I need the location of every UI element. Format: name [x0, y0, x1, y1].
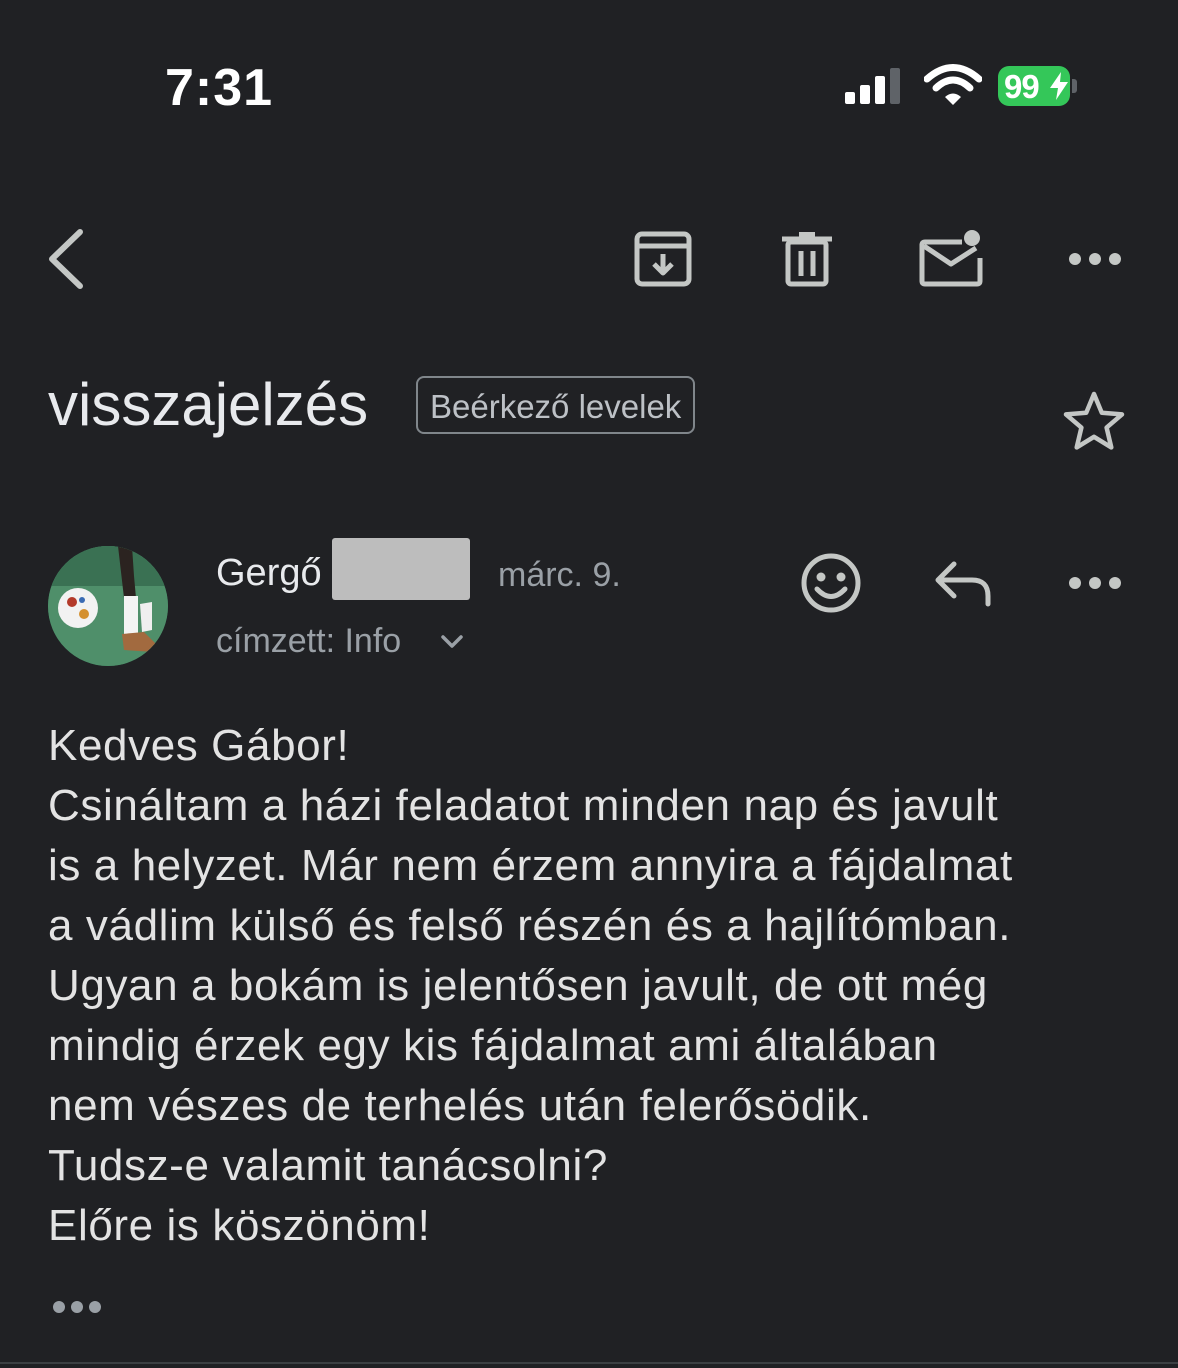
archive-icon: [634, 230, 692, 288]
more-horizontal-icon: [52, 1298, 102, 1316]
more-options-button[interactable]: [1068, 248, 1122, 270]
archive-button[interactable]: [634, 230, 692, 288]
divider: [0, 1362, 1178, 1364]
battery-percent: 99: [1004, 68, 1040, 105]
body-line: nem vészes de terhelés után felerősödik.: [48, 1081, 872, 1130]
star-button[interactable]: [1062, 390, 1126, 452]
back-arrow-icon: [44, 228, 88, 290]
body-line: is a helyzet. Már nem érzem annyira a fá…: [48, 841, 1013, 890]
body-line: mindig érzek egy kis fájdalmat ami által…: [48, 1021, 938, 1070]
body-line: Kedves Gábor!: [48, 721, 350, 770]
message-more-button[interactable]: [1068, 572, 1122, 594]
redaction-box: [332, 538, 470, 600]
reply-icon: [934, 560, 994, 608]
back-button[interactable]: [44, 228, 88, 290]
body-line: Tudsz-e valamit tanácsolni?: [48, 1141, 608, 1190]
sender-name[interactable]: Gergő: [216, 552, 322, 595]
body-line: Előre is köszönöm!: [48, 1201, 431, 1250]
more-horizontal-icon: [1068, 572, 1122, 594]
show-trimmed-content-button[interactable]: [52, 1298, 102, 1316]
emoji-smile-icon: [800, 552, 862, 614]
mark-unread-button[interactable]: [918, 228, 984, 288]
delete-button[interactable]: [780, 230, 834, 288]
sent-date: márc. 9.: [498, 556, 621, 594]
chevron-down-icon[interactable]: [440, 634, 464, 650]
inbox-label-chip[interactable]: Beérkező levelek: [416, 376, 696, 434]
reply-button[interactable]: [934, 560, 994, 608]
battery-icon: 99: [998, 66, 1077, 108]
charging-bolt-icon: [1050, 72, 1068, 105]
recipient-line[interactable]: címzett: Info: [216, 622, 401, 661]
star-outline-icon: [1062, 390, 1126, 452]
wifi-icon: [924, 64, 982, 108]
status-time: 7:31: [165, 59, 274, 117]
sender-avatar[interactable]: [48, 546, 168, 666]
more-horizontal-icon: [1068, 248, 1122, 270]
mark-unread-icon: [918, 228, 984, 288]
email-body: Kedves Gábor! Csináltam a házi feladatot…: [48, 716, 1148, 1256]
body-line: Csináltam a házi feladatot minden nap és…: [48, 781, 999, 830]
cellular-signal-icon: [845, 66, 905, 106]
body-line: a vádlim külső és felső részén és a hajl…: [48, 901, 1012, 950]
add-reaction-button[interactable]: [800, 552, 862, 614]
email-subject: visszajelzés: [48, 371, 369, 438]
body-line: Ugyan a bokám is jelentősen javult, de o…: [48, 961, 988, 1010]
trash-icon: [780, 230, 834, 288]
